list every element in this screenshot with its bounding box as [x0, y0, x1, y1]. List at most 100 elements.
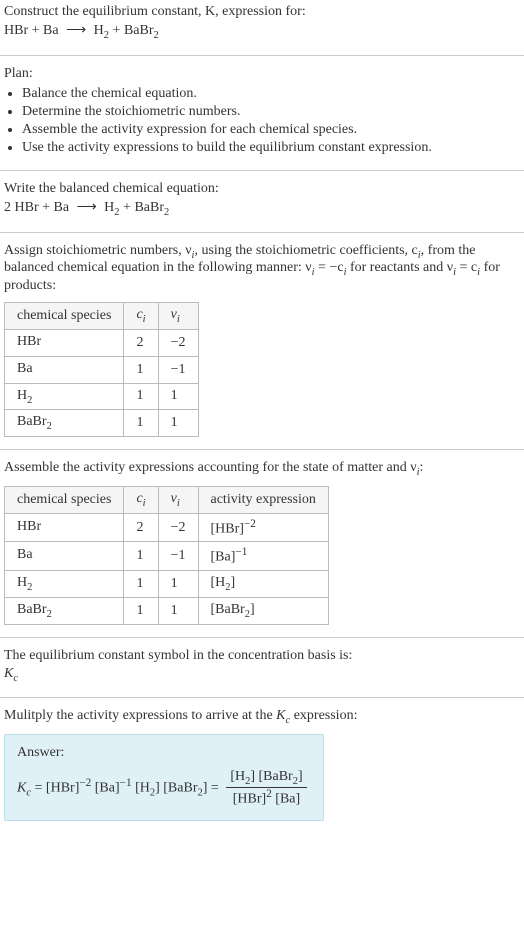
multiply-text: Mulitply the activity expressions to arr… [4, 708, 520, 726]
col-ci-sub: i [143, 498, 146, 509]
ae-pre: [BaBr [211, 602, 245, 617]
term-ba-sup: −1 [120, 777, 132, 789]
cell-vi: 1 [158, 597, 198, 624]
col-ci: ci [124, 303, 158, 330]
col-ci-sub: i [143, 314, 146, 325]
table-row: H2 1 1 [H2] [5, 571, 329, 598]
plan-item: Assemble the activity expression for eac… [22, 122, 520, 138]
fraction-denominator: [HBr]2 [Ba] [226, 788, 306, 808]
assign-text: Assign stoichiometric numbers, νi, using… [4, 243, 520, 295]
stoich-table: chemical species ci νi HBr 2 −2 Ba 1 −1 … [4, 302, 199, 437]
species-text: H [17, 388, 27, 403]
plan-item: Use the activity expressions to build th… [22, 140, 520, 156]
term-h2-a: [H [132, 781, 150, 796]
kc-sym: K [17, 781, 26, 796]
col-species: chemical species [5, 303, 124, 330]
cell-species: Ba [5, 356, 124, 383]
activity-heading: Assemble the activity expressions accoun… [4, 460, 520, 478]
reaction-arrow-icon: ⟶ [73, 200, 101, 215]
unbalanced-equation: HBr + Ba ⟶ H2 + BaBr2 [4, 20, 520, 43]
plus-sign: + [109, 23, 124, 38]
species-sub: 2 [47, 421, 52, 432]
table-header-row: chemical species ci νi [5, 303, 199, 330]
col-vi: νi [158, 303, 198, 330]
kc-sub: c [13, 672, 18, 683]
plus-sign: + [120, 200, 135, 215]
species-sub: 2 [27, 394, 32, 405]
cell-ci: 1 [124, 597, 158, 624]
answer-box: Answer: Kc = [HBr]−2 [Ba]−1 [H2] [BaBr2]… [4, 734, 324, 820]
cell-ci: 1 [124, 383, 158, 410]
ae-pre: [H [211, 575, 226, 590]
species-text: H [17, 575, 27, 590]
assign-text-part: = c [456, 260, 477, 275]
ae-pre: [HBr] [211, 521, 244, 536]
cell-activity: [BaBr2] [198, 597, 328, 624]
species-babr2-base: BaBr [124, 23, 154, 38]
species-hbr: HBr [15, 200, 39, 215]
cell-species: H2 [5, 383, 124, 410]
col-species: chemical species [5, 486, 124, 513]
equals-sign: = [207, 781, 222, 796]
cell-activity: [HBr]−2 [198, 513, 328, 542]
answer-equation: Kc = [HBr]−2 [Ba]−1 [H2] [BaBr2] = [H2] … [17, 767, 311, 809]
col-activity: activity expression [198, 486, 328, 513]
species-ba: Ba [54, 200, 70, 215]
activity-table: chemical species ci νi activity expressi… [4, 486, 329, 625]
species-h2-base: H [104, 200, 114, 215]
cell-ci: 1 [124, 356, 158, 383]
cell-vi: −2 [158, 329, 198, 356]
num-close: ] [298, 769, 303, 784]
cell-activity: [H2] [198, 571, 328, 598]
ae-post: ] [250, 602, 255, 617]
num-h2-a: [H [230, 769, 245, 784]
species-h2-base: H [94, 23, 104, 38]
ae-sup: −2 [244, 518, 256, 530]
term-hbr-sup: −2 [79, 777, 91, 789]
multiply-section: Mulitply the activity expressions to arr… [0, 697, 524, 832]
assign-text-part: for reactants and ν [346, 260, 453, 275]
ae-post: ] [231, 575, 236, 590]
col-vi-sub: i [177, 498, 180, 509]
species-text: HBr [17, 519, 41, 534]
cell-species: HBr [5, 329, 124, 356]
table-row: BaBr2 1 1 [5, 410, 199, 437]
species-sub: 2 [47, 609, 52, 620]
plus-sign: + [39, 200, 54, 215]
assign-section: Assign stoichiometric numbers, ν i , using… [0, 232, 524, 450]
den-hbr: [HBr] [233, 792, 266, 807]
species-text: BaBr [17, 602, 47, 617]
table-row: H2 1 1 [5, 383, 199, 410]
balanced-section: Write the balanced chemical equation: 2 … [0, 170, 524, 232]
balanced-heading: Write the balanced chemical equation: [4, 181, 520, 197]
species-ba: Ba [43, 23, 59, 38]
plan-item: Determine the stoichiometric numbers. [22, 104, 520, 120]
kc-symbol-text: The equilibrium constant symbol in the c… [4, 648, 520, 664]
cell-vi: 1 [158, 383, 198, 410]
species-text: Ba [17, 361, 33, 376]
cell-activity: [Ba]−1 [198, 542, 328, 571]
cell-species: Ba [5, 542, 124, 571]
cell-vi: 1 [158, 410, 198, 437]
cell-ci: 2 [124, 513, 158, 542]
assign-text-part: , using the stoichiometric coefficients,… [194, 243, 417, 258]
table-row: Ba 1 −1 [Ba]−1 [5, 542, 329, 571]
cell-vi: −1 [158, 356, 198, 383]
table-row: HBr 2 −2 [5, 329, 199, 356]
assign-text-part: Assign stoichiometric numbers, ν [4, 243, 192, 258]
species-text: BaBr [17, 414, 47, 429]
species-hbr: HBr [4, 23, 28, 38]
table-row: HBr 2 −2 [HBr]−2 [5, 513, 329, 542]
kc-symbol: Kc [4, 664, 520, 686]
table-row: BaBr2 1 1 [BaBr2] [5, 597, 329, 624]
cell-species: BaBr2 [5, 410, 124, 437]
species-h2: H2 [104, 200, 119, 215]
species-text: HBr [17, 334, 41, 349]
kc-sym: K [4, 666, 13, 681]
equals-sign: = [31, 781, 46, 796]
ae-pre: [Ba] [211, 550, 236, 565]
ae-sup: −1 [235, 546, 247, 558]
intro-text: Construct the equilibrium constant, K, e… [4, 4, 306, 19]
activity-section: Assemble the activity expressions accoun… [0, 449, 524, 637]
coef-2: 2 [4, 200, 15, 215]
